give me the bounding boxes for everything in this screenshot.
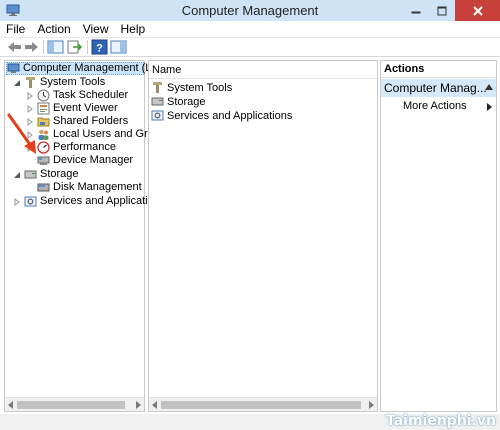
list-item-label: Services and Applications [167,109,293,122]
scroll-left-icon[interactable] [8,401,14,409]
tree-horizontal-scrollbar[interactable] [5,397,144,411]
scrollbar-thumb[interactable] [161,401,361,409]
watermark: Taimienphi.vn [385,413,496,429]
tree-label: Storage [40,168,79,180]
services-icon [24,196,37,207]
services-icon [151,110,164,121]
tree-label: System Tools [40,76,106,88]
collapse-up-icon[interactable] [485,84,493,90]
menu-file[interactable]: File [6,21,25,37]
disk-management-icon [37,183,50,192]
tree-item-system-tools[interactable]: System Tools [13,76,105,89]
list-horizontal-scrollbar[interactable] [149,397,377,411]
back-arrow-icon[interactable] [6,39,23,55]
tree-item-device-manager[interactable]: Device Manager [37,154,133,167]
toolbar: ? [0,38,500,57]
tree-label: Event Viewer [53,102,118,114]
forward-arrow-icon[interactable] [23,39,40,55]
tree-label: Shared Folders [53,115,129,127]
scroll-right-icon[interactable] [135,401,141,409]
minimize-icon [411,11,421,13]
list-item[interactable]: System Tools [151,81,232,94]
tree-item-storage[interactable]: Storage [13,168,79,181]
more-actions-link[interactable]: More Actions [403,99,467,113]
list-pane: Name System Tools Storage Services and A… [148,60,378,412]
tree-item-root[interactable]: Computer Management (Local [6,62,172,75]
collapsed-chevron-icon[interactable] [13,197,21,206]
expanded-chevron-icon[interactable] [13,79,21,87]
scroll-left-icon[interactable] [152,401,158,409]
maximize-button[interactable] [429,0,455,21]
maximize-icon [437,6,447,15]
computer-management-icon [7,63,20,73]
menu-bar: File Action View Help [0,21,500,38]
system-tools-icon [26,77,35,88]
action-pane-icon[interactable] [110,39,127,55]
clock-icon [37,89,50,102]
actions-group-label: Computer Manag... [384,81,487,95]
storage-icon [24,170,37,179]
close-button[interactable] [455,0,500,21]
title-bar: Computer Management [0,0,500,21]
tree-label: Performance [53,141,116,153]
help-icon[interactable]: ? [91,39,108,55]
actions-pane: Actions Computer Manag... More Actions [380,60,497,412]
scroll-right-icon[interactable] [368,401,374,409]
list-item[interactable]: Storage [151,95,206,108]
show-hide-console-tree-icon[interactable] [47,39,64,55]
tree-item-services[interactable]: Services and Applications [13,195,165,208]
system-tools-icon [153,82,162,93]
tree-item-task-scheduler[interactable]: Task Scheduler [26,89,128,102]
tree-label: Disk Management [53,181,142,193]
tree-item-disk-management[interactable]: Disk Management [37,181,142,194]
toolbar-separator [43,40,44,54]
list-item-label: Storage [167,95,206,108]
tree-label: Task Scheduler [53,89,129,101]
storage-icon [151,97,164,106]
red-annotation-arrow-icon [7,113,36,154]
actions-group-computer-management[interactable]: Computer Manag... [381,79,496,97]
column-header-name[interactable]: Name [149,61,377,79]
scrollbar-thumb[interactable] [17,401,125,409]
close-icon [472,5,483,16]
menu-view[interactable]: View [83,21,109,37]
list-item[interactable]: Services and Applications [151,109,292,122]
tree-label: Services and Applications [40,195,166,207]
submenu-arrow-icon[interactable] [487,103,492,111]
menu-action[interactable]: Action [37,21,70,37]
toolbar-separator [87,40,88,54]
svg-text:?: ? [96,43,103,55]
expanded-chevron-icon[interactable] [13,171,21,179]
minimize-button[interactable] [403,0,429,21]
list-item-label: System Tools [167,81,233,94]
tree-label: Device Manager [53,154,134,166]
actions-header: Actions [381,61,496,78]
menu-help[interactable]: Help [121,21,146,37]
export-list-icon[interactable] [66,39,83,55]
collapsed-chevron-icon[interactable] [26,91,34,100]
status-bar: Taimienphi.vn [0,413,500,430]
